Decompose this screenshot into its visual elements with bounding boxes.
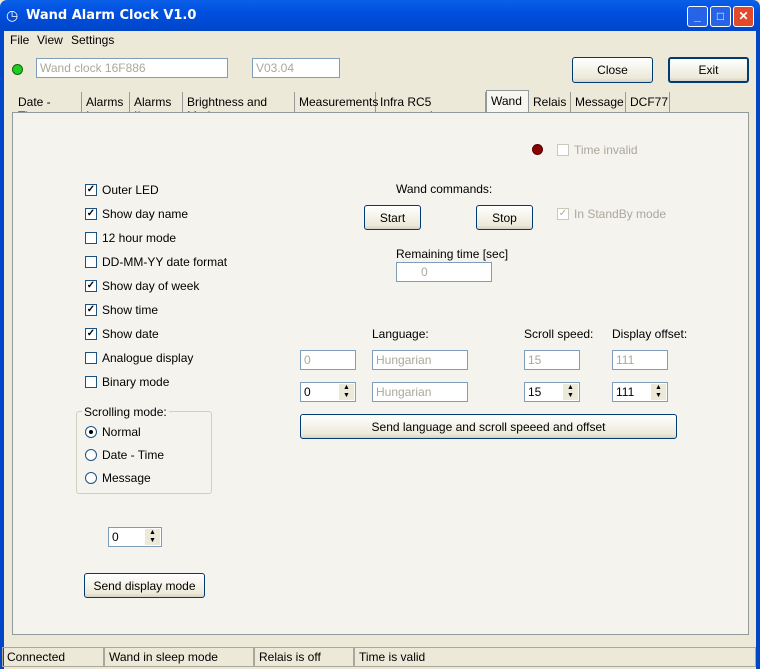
- current-language: Hungarian: [372, 350, 468, 370]
- option-checkbox[interactable]: [85, 256, 97, 268]
- window-frame: [756, 31, 760, 669]
- display-offset-label: Display offset:: [612, 327, 688, 341]
- scrolling-radio[interactable]: [85, 472, 97, 484]
- standby-checkbox: ✓: [557, 208, 569, 220]
- tab-message[interactable]: Message: [571, 92, 626, 112]
- minimize-button[interactable]: _: [687, 6, 708, 27]
- option-label: Show day name: [102, 207, 189, 221]
- option-label: 12 hour mode: [102, 231, 177, 245]
- option-label: Show time: [102, 303, 159, 317]
- current-language-index: 0: [300, 350, 356, 370]
- option-label: Show day of week: [102, 279, 200, 293]
- tab-infra-rc5-commands[interactable]: Infra RC5 commands: [376, 92, 486, 123]
- tab-relais[interactable]: Relais: [529, 92, 571, 112]
- maximize-button[interactable]: □: [710, 6, 731, 27]
- tab-date-time[interactable]: Date - Time: [14, 92, 82, 123]
- scrolling-radio[interactable]: [85, 449, 97, 461]
- scroll-speed-spinner[interactable]: 15 ▲ ▼: [524, 382, 580, 402]
- scrolling-option-label: Normal: [102, 425, 141, 439]
- status-panel: Time is valid: [354, 647, 756, 667]
- start-button[interactable]: Start: [364, 205, 421, 230]
- status-panel: Wand in sleep mode: [104, 647, 254, 667]
- option-label: DD-MM-YY date format: [102, 255, 228, 269]
- device-name-field: Wand clock 16F886: [36, 58, 228, 78]
- option-checkbox[interactable]: ✓: [85, 184, 97, 196]
- option-label: Analogue display: [102, 351, 194, 365]
- scrolling-radio[interactable]: [85, 426, 97, 438]
- wand-commands-label: Wand commands:: [396, 182, 493, 196]
- spin-arrows-icon[interactable]: ▲ ▼: [651, 384, 666, 400]
- language-index-value: 0: [304, 385, 311, 399]
- menu-file[interactable]: File: [10, 33, 29, 47]
- option-checkbox[interactable]: ✓: [85, 280, 97, 292]
- exit-button[interactable]: Exit: [668, 57, 749, 83]
- version-field: V03.04: [252, 58, 340, 78]
- option-label: Show date: [102, 327, 159, 341]
- spin-arrows-icon[interactable]: ▲ ▼: [145, 529, 160, 545]
- display-mode-value: 0: [112, 530, 119, 544]
- clock-icon: ◷: [6, 7, 19, 23]
- time-invalid-led: [532, 144, 543, 155]
- status-panel: Connected: [2, 647, 104, 667]
- send-display-mode-button[interactable]: Send display mode: [84, 573, 205, 598]
- window-title: Wand Alarm Clock V1.0: [26, 8, 197, 23]
- title-bar: ◷ Wand Alarm Clock V1.0 _ □ ✕: [0, 0, 760, 31]
- menu-view[interactable]: View: [37, 33, 63, 47]
- language-field: Hungarian: [372, 382, 468, 402]
- window-frame: [0, 31, 4, 669]
- tab-dcf77[interactable]: DCF77: [626, 92, 670, 112]
- option-checkbox[interactable]: ✓: [85, 328, 97, 340]
- display-offset-spinner[interactable]: 111 ▲ ▼: [612, 382, 668, 402]
- close-window-button[interactable]: ✕: [733, 6, 754, 27]
- close-button[interactable]: Close: [572, 57, 653, 83]
- option-checkbox[interactable]: [85, 352, 97, 364]
- option-checkbox[interactable]: ✓: [85, 208, 97, 220]
- tab-alarms-ii[interactable]: Alarms II: [130, 92, 183, 123]
- remaining-time-label: Remaining time [sec]: [396, 247, 509, 261]
- remaining-time-field: 0: [396, 262, 492, 282]
- language-index-spinner[interactable]: 0 ▲ ▼: [300, 382, 356, 402]
- standby-label: In StandBy mode: [574, 207, 667, 221]
- scroll-speed-label: Scroll speed:: [524, 327, 594, 341]
- tab-measurements[interactable]: Measurements: [295, 92, 378, 112]
- status-panel: Relais is off: [254, 647, 354, 667]
- scrolling-option-label: Date - Time: [102, 448, 165, 462]
- connection-led: [12, 64, 23, 75]
- menu-settings[interactable]: Settings: [71, 33, 114, 47]
- scroll-speed-value: 15: [528, 385, 542, 399]
- language-label: Language:: [372, 327, 429, 341]
- send-language-button[interactable]: Send language and scroll speeed and offs…: [300, 414, 677, 439]
- spin-arrows-icon[interactable]: ▲ ▼: [339, 384, 354, 400]
- time-invalid-label: Time invalid: [574, 143, 638, 157]
- spin-arrows-icon[interactable]: ▲ ▼: [563, 384, 578, 400]
- option-label: Outer LED: [102, 183, 159, 197]
- option-checkbox[interactable]: ✓: [85, 304, 97, 316]
- option-checkbox[interactable]: [85, 376, 97, 388]
- current-scroll-speed: 15: [524, 350, 580, 370]
- time-invalid-checkbox: [557, 144, 569, 156]
- tab-alarms-i[interactable]: Alarms I: [82, 92, 130, 123]
- tab-brightness-and-mode[interactable]: Brightness and Mode: [183, 92, 295, 123]
- display-offset-value: 111: [616, 385, 635, 399]
- stop-button[interactable]: Stop: [476, 205, 533, 230]
- option-label: Binary mode: [102, 375, 170, 389]
- scrolling-option-label: Message: [102, 471, 151, 485]
- option-checkbox[interactable]: [85, 232, 97, 244]
- display-mode-spinner[interactable]: 0 ▲ ▼: [108, 527, 162, 547]
- tab-wand[interactable]: Wand: [486, 90, 529, 113]
- current-display-offset: 111: [612, 350, 668, 370]
- scrolling-mode-title: Scrolling mode:: [82, 405, 169, 419]
